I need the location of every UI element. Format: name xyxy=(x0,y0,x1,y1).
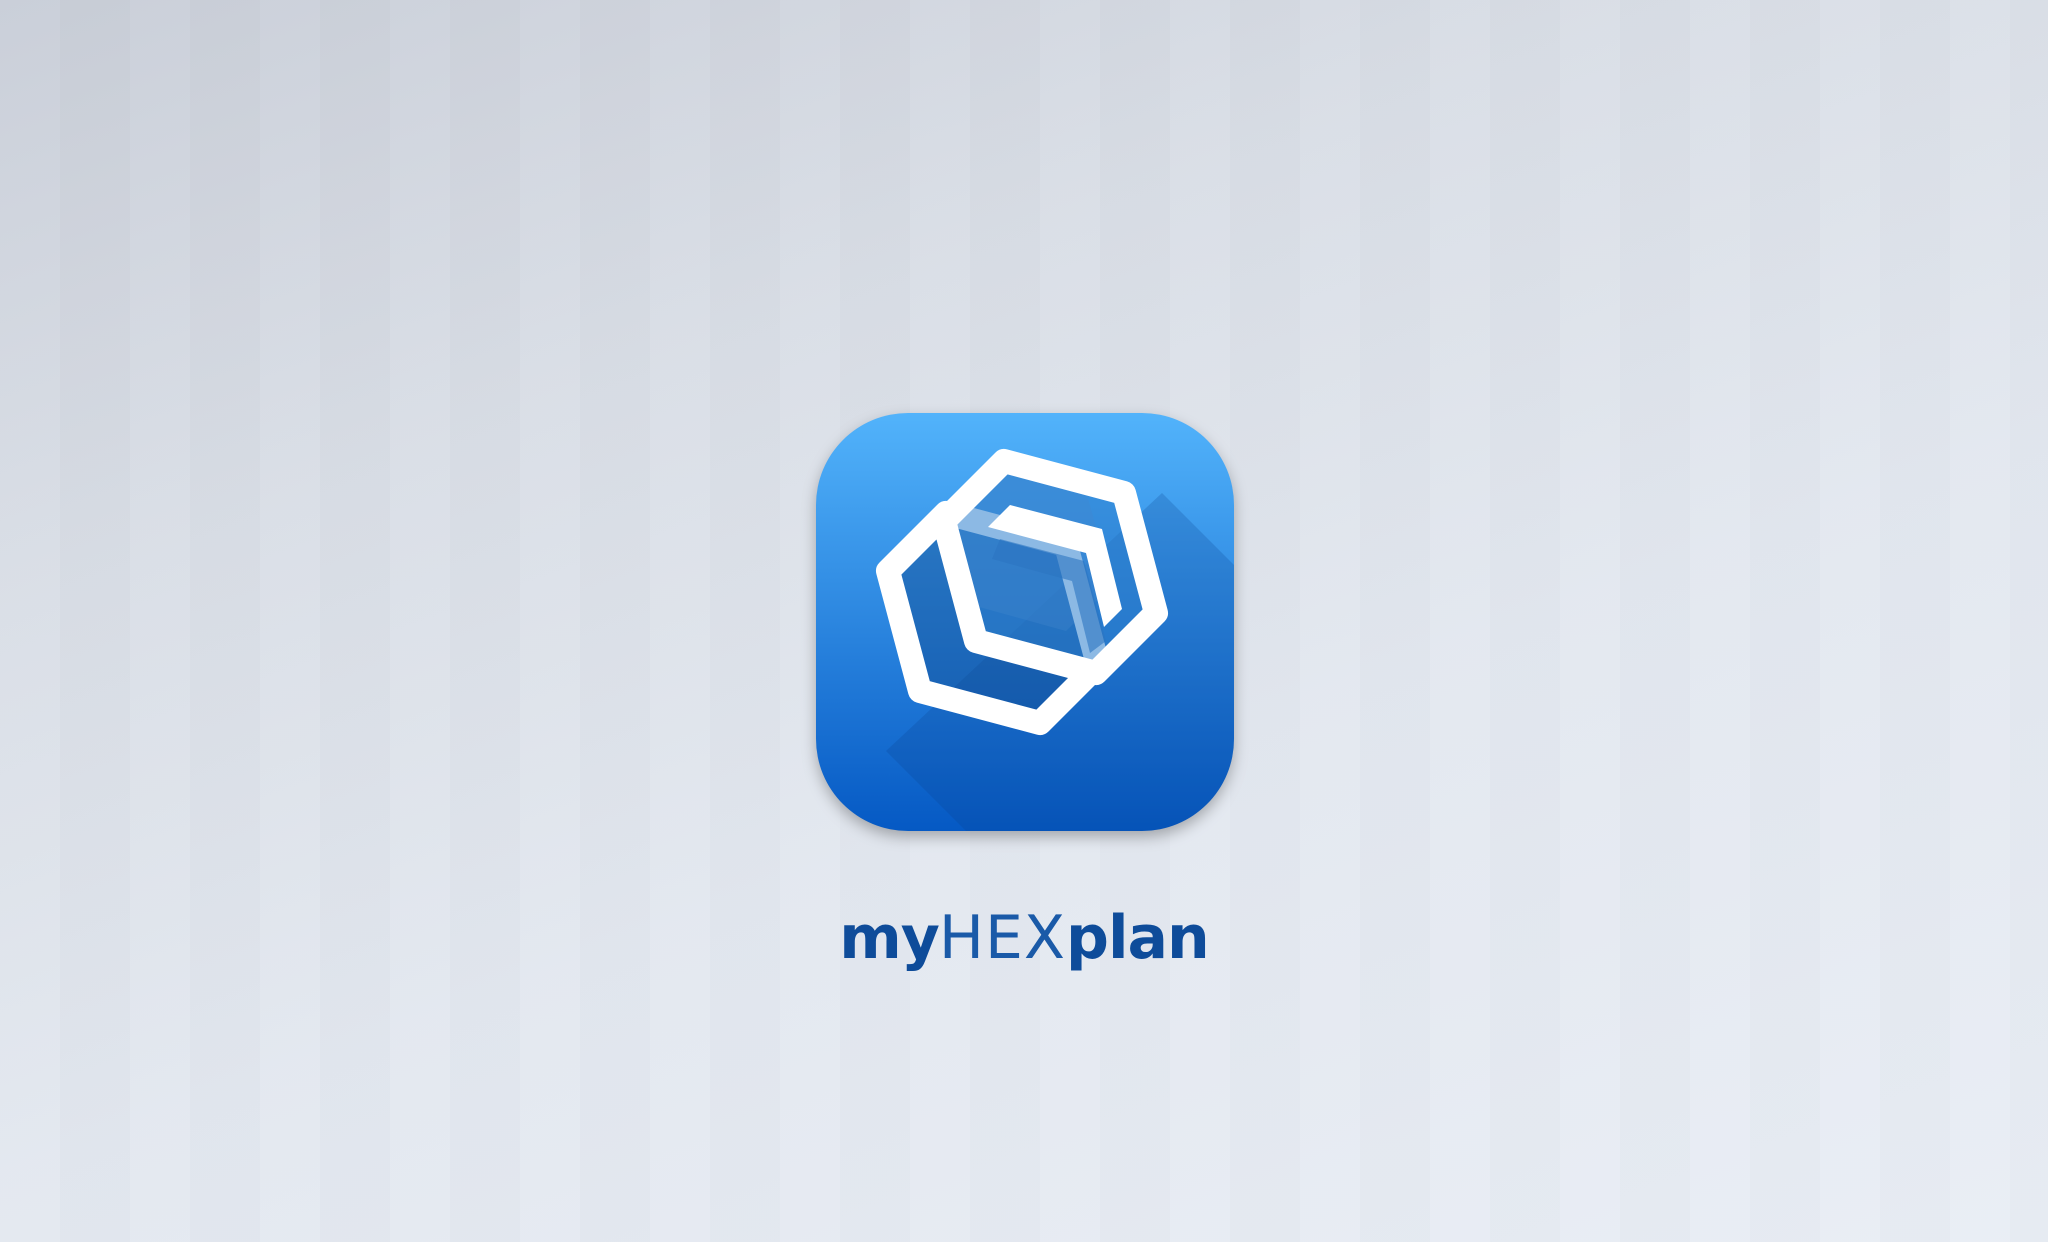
app-name-middle: HEX xyxy=(938,903,1067,973)
app-icon[interactable] xyxy=(816,413,1234,831)
app-name-suffix: plan xyxy=(1066,903,1210,973)
app-name-prefix: my xyxy=(839,903,940,973)
app-name-wordmark: myHEXplan xyxy=(0,898,2048,978)
splash-screen: myHEXplan xyxy=(0,0,2048,1242)
hexagon-logo-icon xyxy=(816,413,1234,831)
